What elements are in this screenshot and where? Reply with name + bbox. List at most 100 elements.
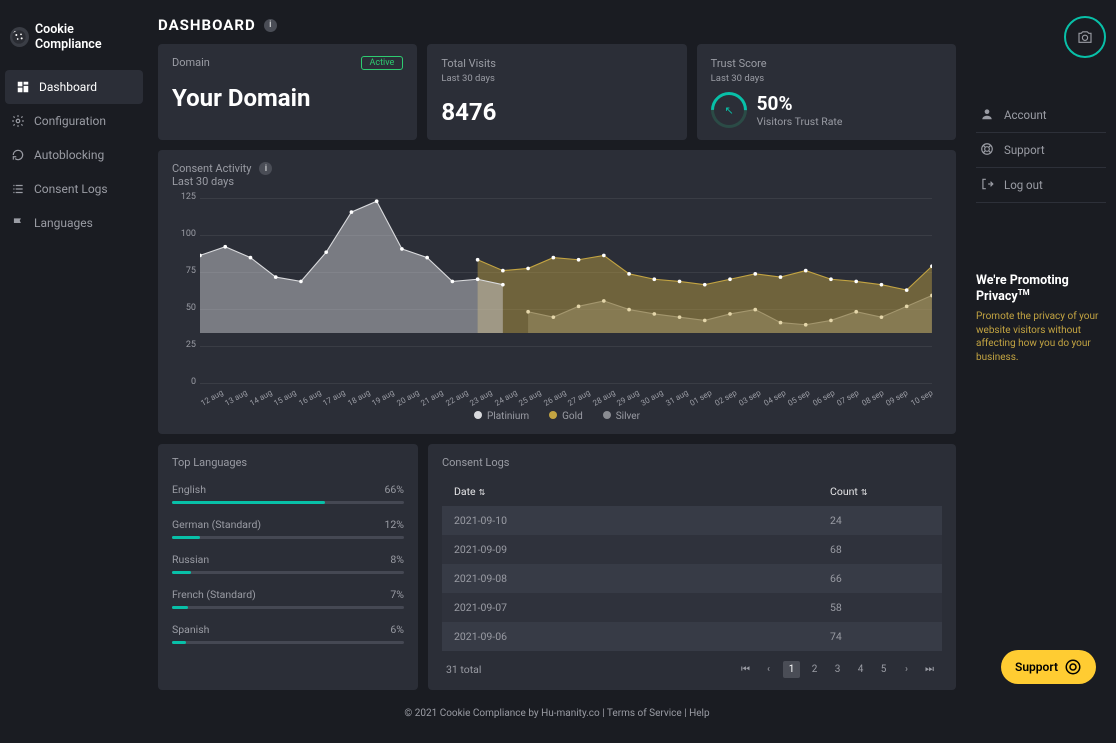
rnav-item-account[interactable]: Account: [976, 98, 1106, 133]
chart-legend: Platinium Gold Silver: [172, 411, 942, 422]
sidebar-item-autoblocking[interactable]: Autoblocking: [0, 138, 148, 172]
x-tick: 28 aug: [591, 389, 615, 408]
x-tick: 16 aug: [297, 389, 321, 408]
progress-bar: [172, 606, 404, 609]
chart-point: [703, 283, 707, 287]
y-tick: 75: [172, 266, 196, 276]
rnav-item-log-out[interactable]: Log out: [976, 168, 1106, 203]
brand-name: Cookie Compliance: [35, 22, 138, 52]
chart-point: [854, 280, 858, 284]
sidebar-item-consent-logs[interactable]: Consent Logs: [0, 172, 148, 206]
promo-title: We're Promoting PrivacyTM: [976, 273, 1106, 304]
pager-last[interactable]: ⏭: [921, 661, 938, 678]
x-tick: 18 aug: [346, 389, 370, 408]
camera-button[interactable]: [1064, 16, 1106, 58]
pager-page[interactable]: 1: [783, 661, 800, 678]
brand[interactable]: Cookie Compliance: [0, 14, 148, 70]
sidebar-item-dashboard[interactable]: Dashboard: [5, 70, 143, 104]
cell-count: 66: [830, 572, 930, 585]
chart-point: [425, 256, 429, 260]
rnav-item-label: Account: [1004, 108, 1047, 122]
table-row[interactable]: 2021-09-0758: [442, 593, 942, 622]
chart-point: [905, 288, 909, 292]
col-count[interactable]: Count⇅: [830, 485, 930, 498]
info-icon[interactable]: i: [264, 19, 277, 32]
x-tick: 20 aug: [395, 389, 419, 408]
x-tick: 01 sep: [689, 389, 713, 408]
chart-point: [602, 254, 606, 258]
chart-point: [249, 256, 253, 260]
sidebar-item-languages[interactable]: Languages: [0, 206, 148, 240]
table-row[interactable]: 2021-09-1024: [442, 506, 942, 535]
cell-count: 58: [830, 601, 930, 614]
camera-icon: [1076, 28, 1094, 46]
table-row[interactable]: 2021-09-0674: [442, 622, 942, 651]
right-sidebar: Account Support Log out We're Promoting Pr…: [966, 0, 1116, 743]
chart-point: [299, 280, 303, 284]
language-percent: 6%: [390, 623, 404, 636]
gauge-icon: ↖: [703, 85, 754, 136]
x-tick: 10 sep: [909, 389, 933, 408]
card-visits: Total Visits Last 30 days 8476: [427, 44, 686, 140]
x-tick: 29 aug: [615, 389, 639, 408]
progress-bar: [172, 536, 404, 539]
table-row[interactable]: 2021-09-0968: [442, 535, 942, 564]
legend-item[interactable]: Silver: [603, 411, 640, 422]
language-percent: 7%: [390, 588, 404, 601]
logout-icon: [980, 177, 996, 193]
x-tick: 19 aug: [371, 389, 395, 408]
pager-next[interactable]: ›: [898, 661, 915, 678]
legend-item[interactable]: Gold: [549, 411, 583, 422]
x-tick: 03 sep: [738, 389, 762, 408]
x-tick: 14 aug: [248, 389, 272, 408]
pager-page[interactable]: 2: [806, 661, 823, 678]
cell-date: 2021-09-09: [454, 543, 830, 556]
sidebar-item-label: Languages: [34, 216, 93, 230]
x-tick: 23 aug: [468, 389, 492, 408]
info-icon[interactable]: i: [259, 162, 272, 175]
x-tick: 15 aug: [273, 389, 297, 408]
chart-point: [652, 277, 656, 281]
life-ring-icon: [1064, 658, 1082, 676]
rnav-item-support[interactable]: Support: [976, 133, 1106, 168]
x-tick: 05 sep: [786, 389, 810, 408]
top-languages-panel: Top Languages English66%German (Standard…: [158, 444, 418, 690]
chart-point: [476, 258, 480, 262]
pager-prev[interactable]: ‹: [760, 661, 777, 678]
x-tick: 21 aug: [419, 389, 443, 408]
rnav-item-label: Log out: [1004, 178, 1043, 192]
chart-point: [375, 199, 379, 203]
legend-item[interactable]: Platinium: [474, 411, 529, 422]
trust-caption: Visitors Trust Rate: [757, 115, 843, 128]
chart-point: [753, 272, 757, 276]
table-row[interactable]: 2021-09-0866: [442, 564, 942, 593]
domain-value: Your Domain: [172, 84, 403, 112]
language-row: Spanish6%: [172, 623, 404, 644]
visits-sublabel: Last 30 days: [441, 73, 672, 84]
consent-logs-panel: Consent Logs Date⇅ Count⇅ 2021-09-102420…: [428, 444, 956, 690]
pager-page[interactable]: 3: [829, 661, 846, 678]
cell-date: 2021-09-08: [454, 572, 830, 585]
pager-page[interactable]: 5: [875, 661, 892, 678]
pager-page[interactable]: 4: [852, 661, 869, 678]
trust-label: Trust Score: [711, 57, 767, 70]
x-tick: 30 aug: [640, 389, 664, 408]
chart-point: [223, 245, 227, 249]
col-date[interactable]: Date⇅: [454, 485, 830, 498]
dashboard-icon: [15, 79, 31, 95]
x-tick: 04 sep: [762, 389, 786, 408]
sidebar-item-configuration[interactable]: Configuration: [0, 104, 148, 138]
chart-point: [451, 280, 455, 284]
x-tick: 02 sep: [713, 389, 737, 408]
pager-first[interactable]: ⏮: [737, 661, 754, 678]
legend-dot: [549, 411, 557, 419]
support-fab[interactable]: Support: [1001, 650, 1096, 684]
life-ring-icon: [980, 142, 996, 158]
x-tick: 17 aug: [322, 389, 346, 408]
footer[interactable]: © 2021 Cookie Compliance by Hu-manity.co…: [158, 700, 956, 727]
sidebar-item-label: Consent Logs: [34, 182, 108, 196]
y-tick: 125: [172, 192, 196, 202]
x-tick: 27 aug: [566, 389, 590, 408]
sidebar-item-label: Dashboard: [39, 80, 97, 94]
language-name: French (Standard): [172, 588, 256, 601]
